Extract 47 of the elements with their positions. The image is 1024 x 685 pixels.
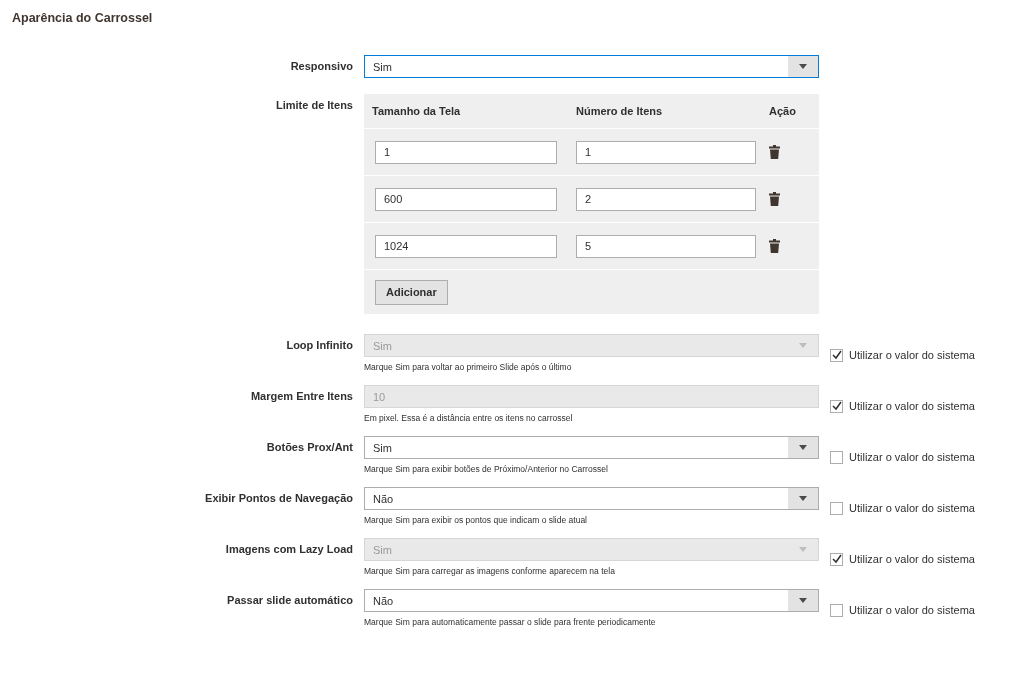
checkbox-label: Utilizar o valor do sistema	[849, 349, 975, 361]
checkbox[interactable]	[830, 501, 843, 515]
field-label: Exibir Pontos de Navegação	[204, 491, 353, 506]
checkbox-label: Utilizar o valor do sistema	[849, 451, 975, 463]
caret-icon	[799, 598, 807, 603]
field-label: Botões Prox/Ant	[265, 440, 353, 455]
add-button[interactable]: Adicionar	[375, 279, 448, 305]
select-field[interactable]: Não	[364, 589, 819, 612]
column-header: Ação	[768, 105, 797, 117]
input-field[interactable]: 1	[576, 140, 756, 164]
trash-icon[interactable]	[769, 145, 780, 159]
field-hint: Em pixel. Essa é a distância entre os itens no carrossel	[364, 413, 574, 423]
field-hint: Marque Sim para exibir botões de Próximo/Anterior no Carrossel	[364, 464, 609, 474]
checkbox[interactable]	[830, 450, 843, 464]
checkbox-label: Utilizar o valor do sistema	[849, 502, 975, 514]
caret-icon	[799, 547, 807, 552]
field-hint: Marque Sim para voltar ao primeiro Slide após o último	[364, 362, 573, 372]
input-field[interactable]: 1024	[375, 234, 557, 258]
field-label: Loop Infinito	[285, 338, 353, 353]
checkbox[interactable]	[830, 603, 843, 617]
input-field[interactable]: 5	[576, 234, 756, 258]
checkbox-label: Utilizar o valor do sistema	[849, 604, 975, 616]
field-hint: Marque Sim para exibir os pontos que indicam o slide atual	[364, 515, 588, 525]
field-label: Margem Entre Itens	[249, 389, 353, 404]
caret-icon	[799, 64, 807, 69]
field-label: Passar slide automático	[226, 593, 353, 608]
checkbox-label: Utilizar o valor do sistema	[849, 553, 975, 565]
caret-icon	[799, 343, 807, 348]
checkbox-label: Utilizar o valor do sistema	[849, 400, 975, 412]
trash-icon[interactable]	[769, 239, 780, 253]
trash-icon[interactable]	[769, 192, 780, 206]
caret-icon	[799, 445, 807, 450]
field-label: Limite de Itens	[274, 98, 353, 113]
caret-icon	[799, 496, 807, 501]
input-field[interactable]: 600	[375, 187, 557, 211]
select-field[interactable]: Não	[364, 487, 819, 510]
field-label: Responsivo	[289, 59, 353, 74]
input-field[interactable]: 1	[375, 140, 557, 164]
select-field[interactable]: Sim	[364, 55, 819, 78]
field-hint: Marque Sim para automaticamente passar o slide para frente periodicamente	[364, 617, 657, 627]
section-title: Aparência do Carrossel	[11, 10, 154, 25]
input-field[interactable]: 2	[576, 187, 756, 211]
column-header: Número de Itens	[575, 105, 664, 117]
field-label: Imagens com Lazy Load	[224, 542, 353, 557]
select-field[interactable]: Sim	[364, 436, 819, 459]
column-header: Tamanho da Tela	[371, 105, 462, 117]
field-hint: Marque Sim para carregar as imagens conforme aparecem na tela	[364, 566, 616, 576]
